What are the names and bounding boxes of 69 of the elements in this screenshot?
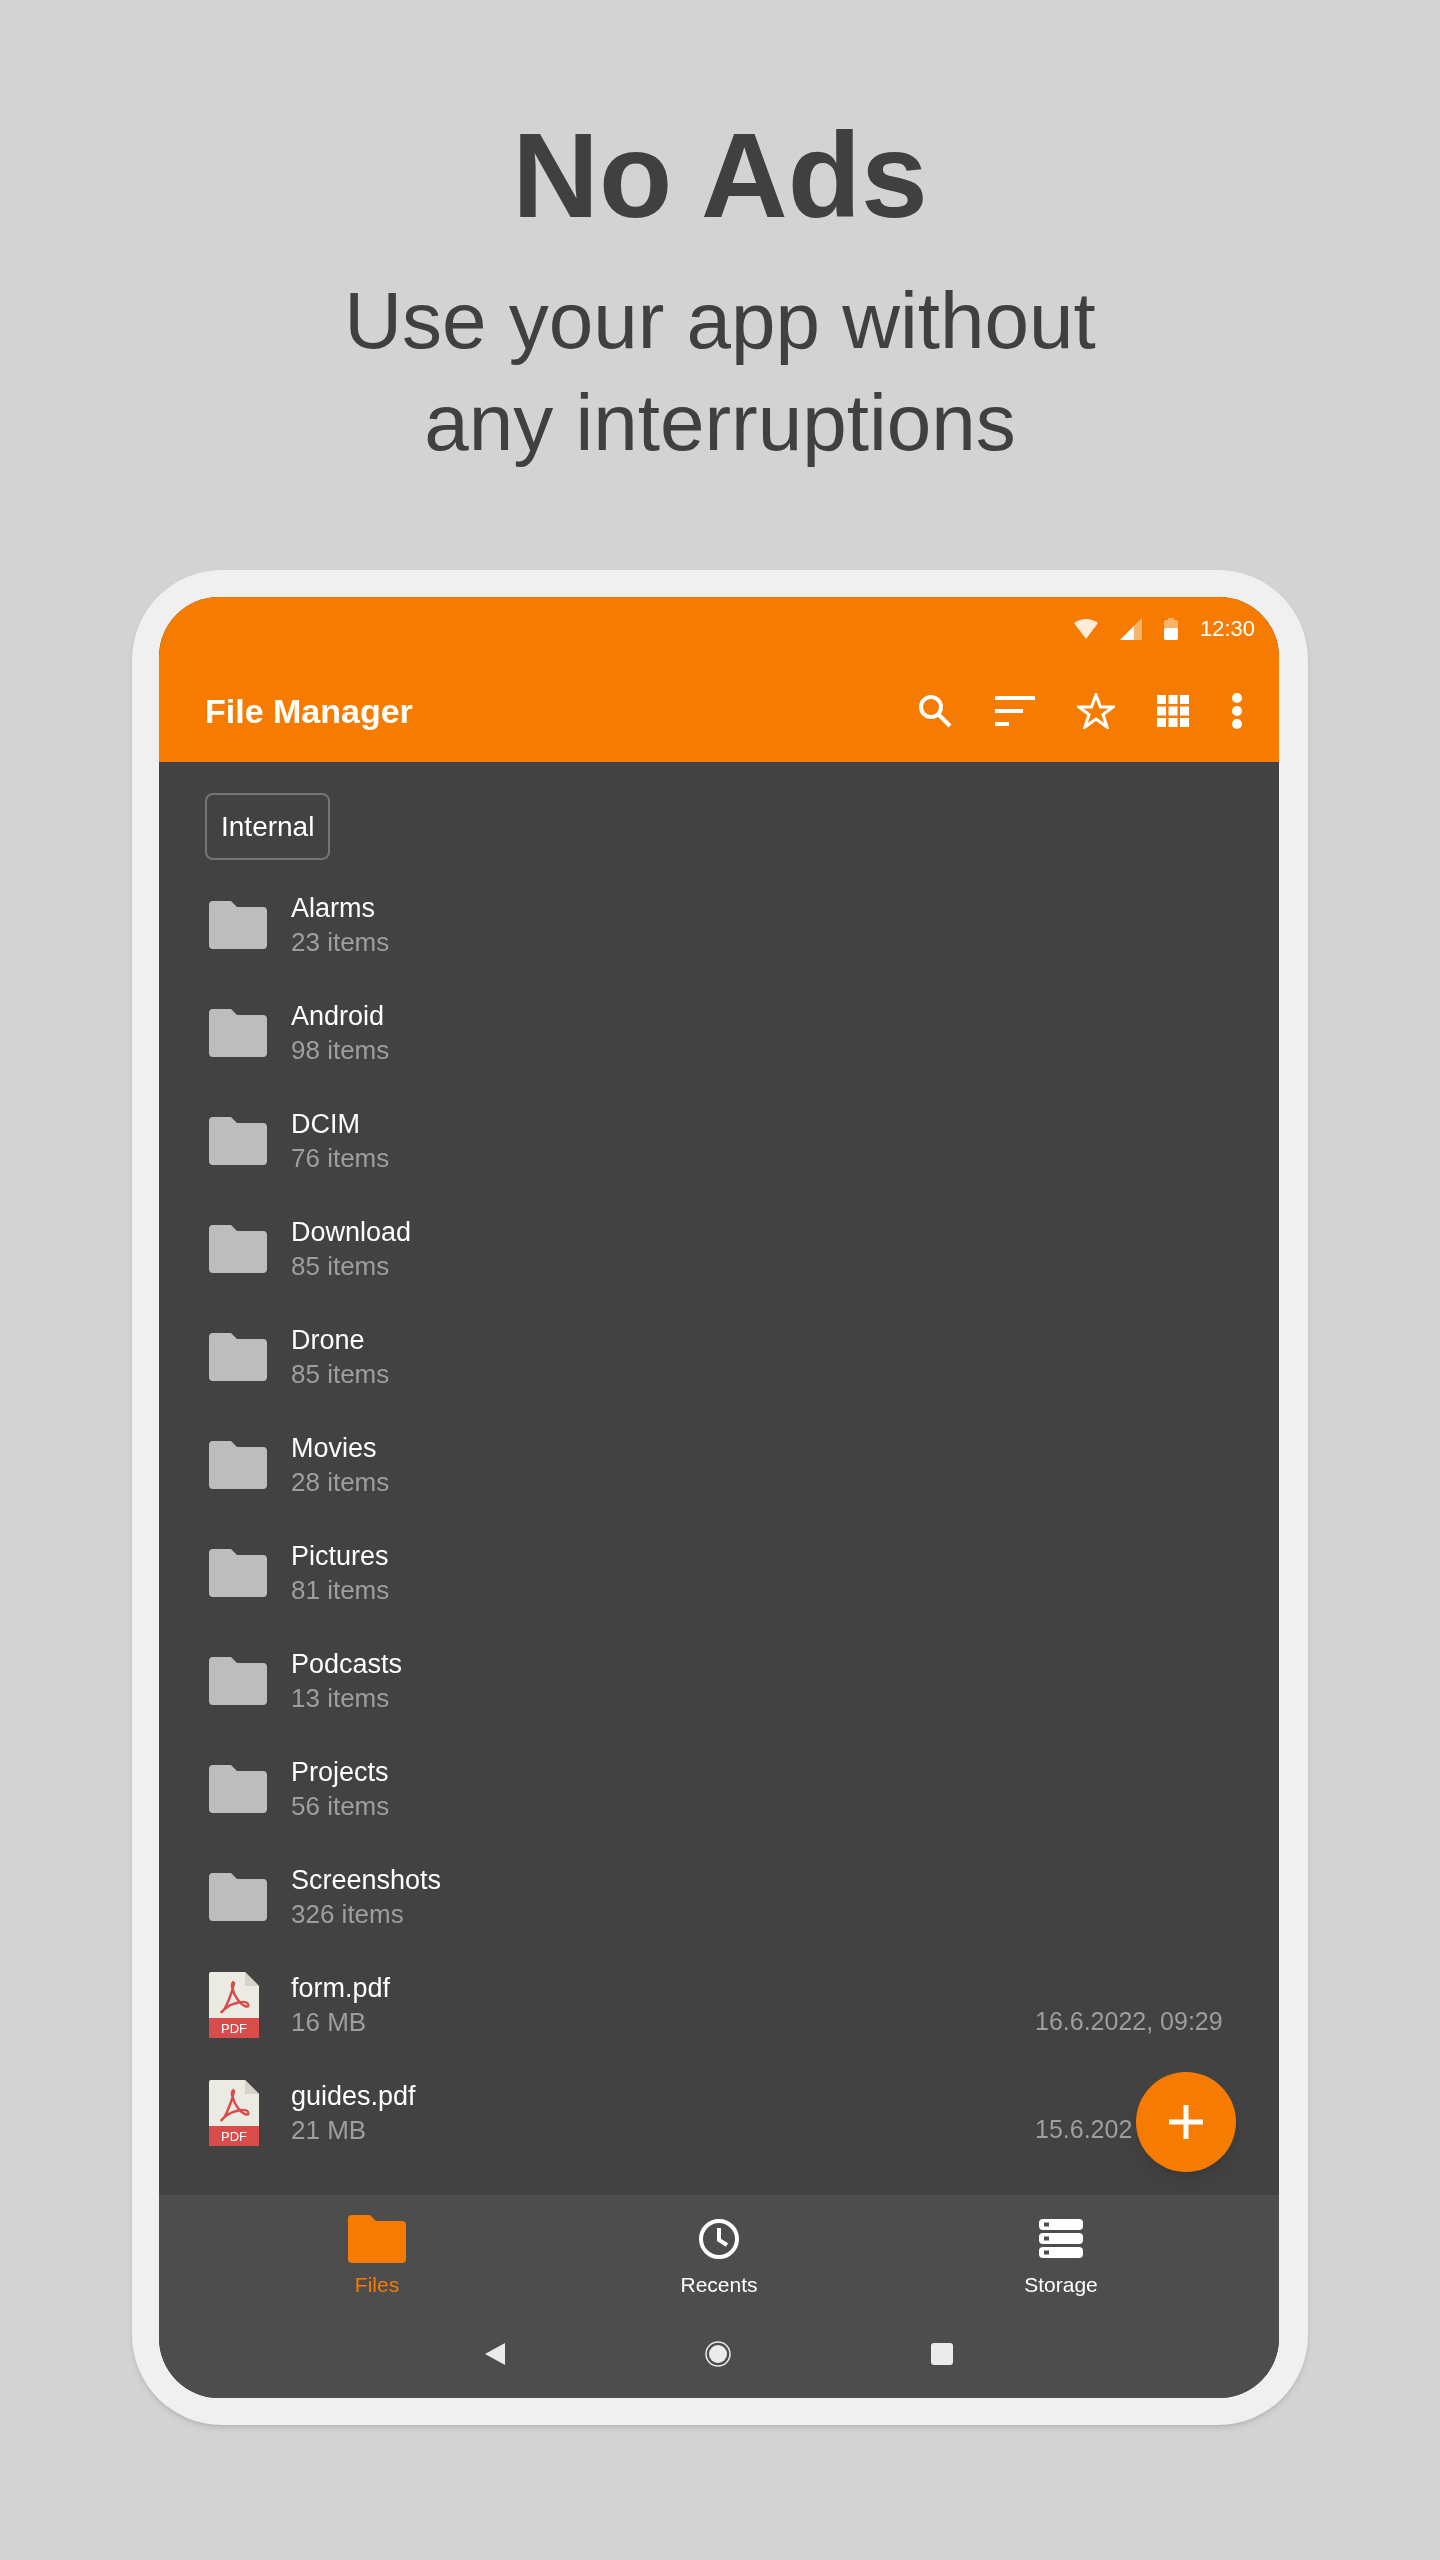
clock-icon bbox=[697, 2216, 741, 2261]
folder-icon bbox=[209, 1441, 267, 1489]
folder-icon bbox=[209, 1765, 267, 1813]
folder-icon bbox=[209, 1873, 267, 1921]
item-name: Drone bbox=[291, 1324, 366, 1357]
nav-tab[interactable]: Storage bbox=[981, 2214, 1141, 2301]
item-name: guides.pdf bbox=[291, 2080, 416, 2113]
more-icon bbox=[1231, 693, 1243, 729]
item-detail: 98 items bbox=[291, 1034, 390, 1067]
storage-icon bbox=[1039, 2218, 1083, 2259]
pdf-icon: PDF bbox=[209, 1972, 259, 2038]
pdf-icon: PDF bbox=[209, 2080, 259, 2146]
app-title: File Manager bbox=[205, 690, 413, 732]
item-name: DCIM bbox=[291, 1108, 361, 1141]
grid-icon bbox=[1157, 695, 1189, 727]
home-button[interactable] bbox=[705, 2341, 731, 2367]
folder-icon bbox=[209, 1009, 267, 1057]
back-button[interactable] bbox=[485, 2343, 505, 2365]
item-detail: 23 items bbox=[291, 926, 390, 959]
item-name: Pictures bbox=[291, 1540, 390, 1573]
search-button[interactable] bbox=[917, 693, 953, 729]
status-time: 12:30 bbox=[1199, 615, 1255, 643]
item-detail: 13 items bbox=[291, 1682, 391, 1715]
item-name: Podcasts bbox=[291, 1648, 403, 1681]
sort-icon bbox=[995, 696, 1035, 726]
item-name: Movies bbox=[291, 1432, 378, 1465]
home-icon bbox=[705, 2341, 731, 2367]
item-date: 15.6.202 bbox=[1035, 2114, 1133, 2143]
folder-icon bbox=[209, 1225, 267, 1273]
item-name: Alarms bbox=[291, 892, 376, 925]
item-date: 16.6.2022, 09:29 bbox=[1035, 2006, 1223, 2035]
item-name: Android bbox=[291, 1000, 386, 1033]
folder-icon bbox=[209, 1657, 267, 1705]
item-detail: 85 items bbox=[291, 1358, 390, 1391]
nav-tab[interactable]: Recents bbox=[639, 2214, 799, 2301]
item-detail: 16 MB bbox=[291, 2006, 368, 2039]
item-detail: 56 items bbox=[291, 1790, 390, 1823]
folder-icon bbox=[209, 1117, 267, 1165]
sort-button[interactable] bbox=[995, 696, 1035, 726]
folder-icon bbox=[209, 1333, 267, 1381]
item-detail: 28 items bbox=[291, 1466, 390, 1499]
plus-icon bbox=[1169, 2105, 1203, 2139]
folder-icon bbox=[209, 901, 267, 949]
grid-view-button[interactable] bbox=[1157, 695, 1189, 727]
item-detail: 81 items bbox=[291, 1574, 390, 1607]
folder-icon bbox=[348, 2214, 406, 2263]
item-name: Screenshots bbox=[291, 1864, 442, 1897]
overview-button[interactable] bbox=[931, 2343, 953, 2365]
wifi-icon bbox=[1073, 618, 1098, 639]
search-icon bbox=[917, 693, 953, 729]
subtitle: Use your app without bbox=[344, 275, 1096, 367]
item-detail: 85 items bbox=[291, 1250, 391, 1283]
subtitle: any interruptions bbox=[424, 377, 1016, 469]
folder-icon bbox=[209, 1549, 267, 1597]
battery-icon bbox=[1163, 617, 1178, 640]
item-detail: 21 MB bbox=[291, 2114, 368, 2147]
more-button[interactable] bbox=[1231, 693, 1243, 729]
headline: No Ads bbox=[512, 110, 928, 240]
item-detail: 76 items bbox=[291, 1142, 390, 1175]
location-chip[interactable]: Internal bbox=[205, 793, 331, 860]
star-icon bbox=[1077, 693, 1115, 729]
item-name: Projects bbox=[291, 1756, 390, 1789]
square-icon bbox=[931, 2343, 953, 2365]
item-name: Download bbox=[291, 1216, 412, 1249]
signal-icon bbox=[1119, 617, 1142, 640]
item-name: form.pdf bbox=[291, 1972, 391, 2005]
back-icon bbox=[485, 2343, 505, 2365]
favorites-button[interactable] bbox=[1077, 693, 1115, 729]
item-detail: 326 items bbox=[291, 1898, 405, 1931]
